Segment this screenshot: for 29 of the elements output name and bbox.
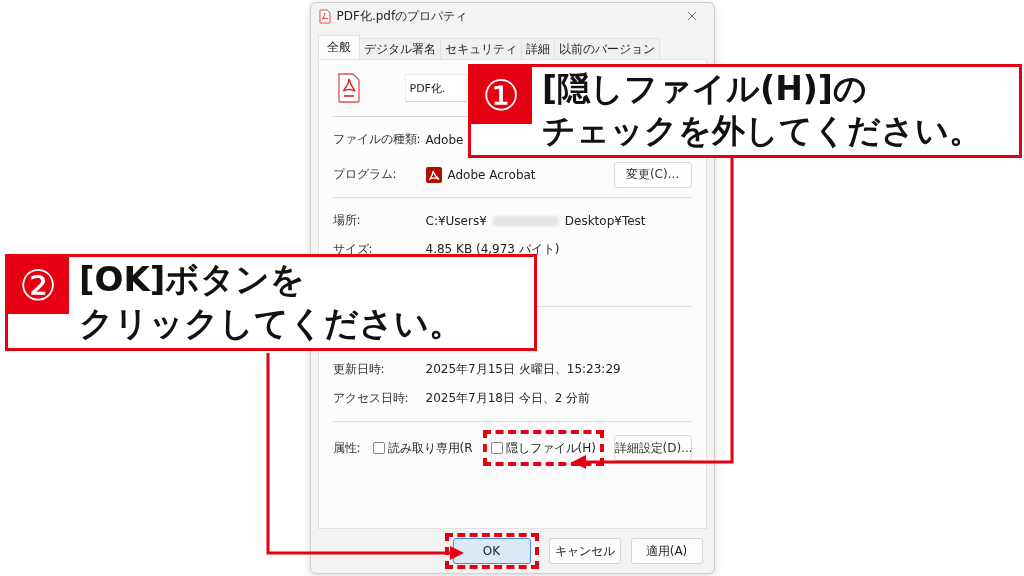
- size-value: 4.85 KB (4,973 バイト): [425, 241, 560, 258]
- dialog-button[interactable]: OK: [452, 538, 531, 564]
- dialog-button[interactable]: キャンセル: [548, 538, 621, 564]
- accessed-date: 2025年7月18日 今日、2 分前: [425, 390, 591, 407]
- field-label: 属性:: [332, 439, 361, 457]
- field-label: 更新日時:: [332, 361, 385, 378]
- tab[interactable]: 全般: [317, 35, 360, 59]
- file-name-field[interactable]: PDF化.: [404, 74, 467, 102]
- field-label: プログラム:: [332, 166, 397, 183]
- window-title: PDF化.pdfのプロパティ: [336, 7, 469, 25]
- step-number: ②: [7, 256, 69, 314]
- attribute-checkbox[interactable]: 読み取り専用(R: [372, 439, 473, 457]
- step-number: ①: [470, 66, 532, 124]
- field-label: サイズ:: [332, 241, 373, 258]
- tab[interactable]: 以前のバージョン: [553, 38, 660, 59]
- file-type-value: Adobe: [425, 132, 464, 147]
- program-name: Adobe Acrobat: [447, 167, 536, 182]
- modified-date: 2025年7月15日 火曜日、15:23:29: [425, 361, 621, 378]
- attribute-checkbox[interactable]: 隠しファイル(H): [490, 439, 596, 457]
- dialog-button[interactable]: 適用(A): [630, 538, 703, 564]
- field-label: 場所:: [332, 212, 361, 229]
- location-path: C:¥Users¥: [425, 213, 487, 228]
- advanced-button[interactable]: 詳細設定(D)...: [613, 435, 692, 461]
- field-label: アクセス日時:: [332, 390, 409, 407]
- field-label: ファイルの種類:: [332, 131, 421, 148]
- callout-text: [OK]ボタンを クリックしてください。: [78, 258, 464, 345]
- location-path: Desktop¥Test: [564, 213, 646, 228]
- change-button[interactable]: 変更(C)...: [613, 161, 692, 188]
- callout-text: [隠しファイル(H)]の チェックを外してください。: [541, 68, 983, 153]
